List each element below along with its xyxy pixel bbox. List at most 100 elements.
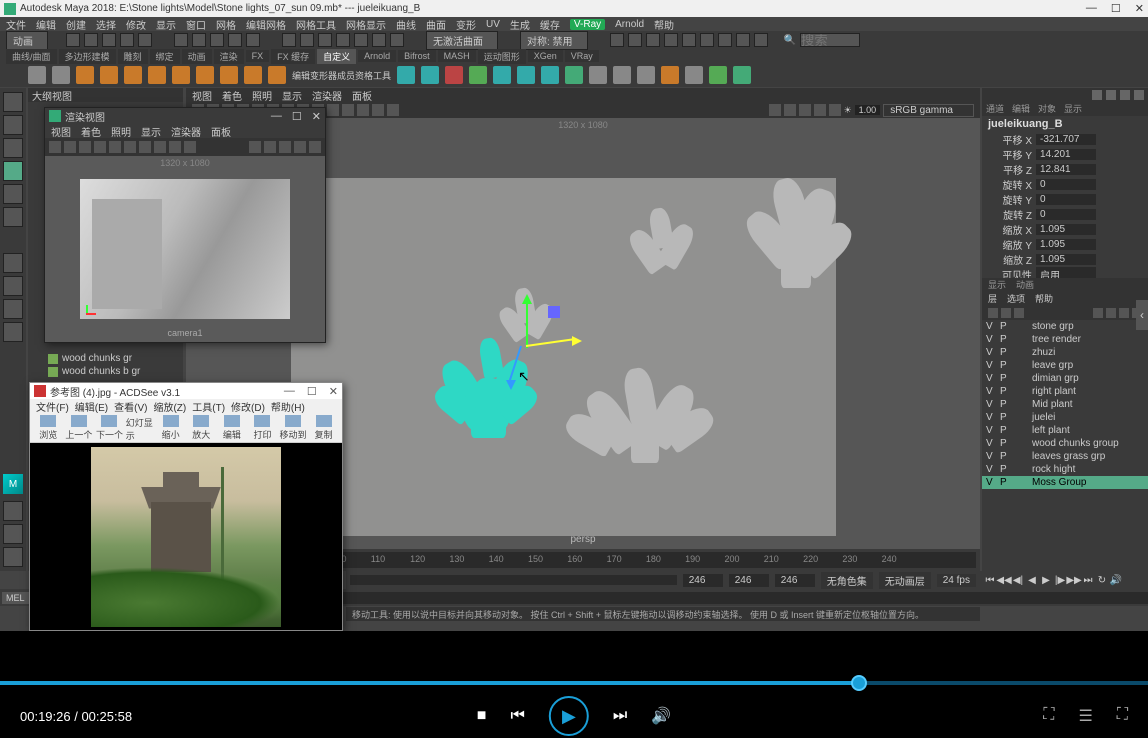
menu-generate[interactable]: 生成 — [510, 17, 530, 32]
channel-row[interactable]: 旋转 Z0 — [982, 207, 1148, 222]
menu-cache[interactable]: 缓存 — [540, 17, 560, 32]
shelf-tab-vray[interactable]: VRay — [565, 50, 599, 62]
visibility-toggle[interactable]: V — [986, 451, 996, 462]
layout-tool-1[interactable] — [3, 253, 23, 273]
visibility-toggle[interactable]: V — [986, 347, 996, 358]
shelf-icon[interactable] — [637, 66, 655, 84]
layer-row[interactable]: VPleave grp — [982, 359, 1148, 372]
playback-toggle[interactable]: P — [1000, 373, 1010, 384]
shelf-tab-sculpt[interactable]: 雕刻 — [118, 49, 148, 64]
layer-row[interactable]: VPwood chunks group — [982, 437, 1148, 450]
undo-icon[interactable] — [120, 33, 134, 47]
menu-modify[interactable]: 修改 — [126, 17, 146, 32]
minimize-button[interactable]: — — [1086, 2, 1097, 15]
surface-combo[interactable]: 无激活曲面 — [426, 31, 498, 50]
shelf-tab-curve[interactable]: 曲线/曲面 — [6, 49, 57, 64]
vp-menu-renderer[interactable]: 渲染器 — [312, 88, 342, 103]
render-icon-7[interactable] — [718, 33, 732, 47]
shelf-icon[interactable] — [733, 66, 751, 84]
snap-icon-1[interactable] — [282, 33, 296, 47]
snap-icon-5[interactable] — [354, 33, 368, 47]
playback-toggle[interactable]: P — [1000, 438, 1010, 449]
rp-tab-edit[interactable]: 编辑 — [1012, 102, 1030, 116]
fullscreen-button[interactable]: ⛶ — [1117, 706, 1128, 726]
rw-btn[interactable] — [309, 141, 321, 153]
render-icon-8[interactable] — [736, 33, 750, 47]
rw-maximize[interactable]: ☐ — [292, 110, 302, 123]
playback-toggle[interactable]: P — [1000, 321, 1010, 332]
shelf-icon[interactable] — [76, 66, 94, 84]
playback-toggle[interactable]: P — [1000, 451, 1010, 462]
layer-color-swatch[interactable] — [1014, 362, 1022, 370]
shelf-icon[interactable] — [685, 66, 703, 84]
vp-btn[interactable] — [799, 104, 811, 116]
layer-color-swatch[interactable] — [1014, 375, 1022, 383]
plant-object[interactable] — [736, 178, 856, 318]
ro-sub-options[interactable]: 选项 — [1007, 292, 1025, 306]
rw-menu-light[interactable]: 照明 — [111, 124, 131, 138]
render-icon-6[interactable] — [700, 33, 714, 47]
shelf-icon[interactable] — [148, 66, 166, 84]
layer-color-swatch[interactable] — [1014, 427, 1022, 435]
channel-value[interactable]: 14.201 — [1036, 149, 1096, 160]
symmetry-combo[interactable]: 对称: 禁用 — [520, 31, 588, 50]
vp-menu-light[interactable]: 照明 — [252, 88, 272, 103]
rw-menu-view[interactable]: 视图 — [51, 124, 71, 138]
colorspace-combo[interactable]: sRGB gamma — [883, 104, 974, 117]
plant-object[interactable] — [566, 368, 726, 478]
plant-object[interactable] — [626, 208, 706, 288]
next-key-button[interactable]: |▶ — [1054, 574, 1066, 586]
prev-button[interactable]: ⏮ — [510, 707, 524, 725]
shelf-icon[interactable] — [268, 66, 286, 84]
channel-row[interactable]: 平移 X-321.707 — [982, 132, 1148, 147]
shelf-icon[interactable] — [565, 66, 583, 84]
visibility-toggle[interactable]: V — [986, 425, 996, 436]
move-gizmo[interactable] — [486, 298, 566, 378]
layer-row[interactable]: VPstone grp — [982, 320, 1148, 333]
go-start-button[interactable]: ⏮ — [984, 574, 996, 586]
menu-uv[interactable]: UV — [486, 19, 500, 30]
playback-toggle[interactable]: P — [1000, 386, 1010, 397]
shelf-icon[interactable] — [52, 66, 70, 84]
channel-value[interactable]: 0 — [1036, 179, 1096, 190]
layer-color-swatch[interactable] — [1014, 401, 1022, 409]
rp-icon[interactable] — [1134, 90, 1144, 100]
ac-prev-button[interactable]: 上一个 — [65, 415, 94, 441]
play-button[interactable]: ▶ — [549, 696, 589, 736]
layer-color-swatch[interactable] — [1014, 414, 1022, 422]
playback-toggle[interactable]: P — [1000, 464, 1010, 475]
menu-create[interactable]: 创建 — [66, 17, 86, 32]
ac-next-button[interactable]: 下一个 — [95, 415, 124, 441]
render-icon-4[interactable] — [664, 33, 678, 47]
vp-btn[interactable] — [829, 104, 841, 116]
menu-surface[interactable]: 曲面 — [426, 17, 446, 32]
ro-tool[interactable] — [1014, 308, 1024, 318]
audio-button[interactable]: 🔊 — [1110, 574, 1122, 586]
paint-tool[interactable] — [3, 138, 23, 158]
rw-btn[interactable] — [49, 141, 61, 153]
layer-color-swatch[interactable] — [1014, 479, 1022, 487]
ro-tool[interactable] — [1001, 308, 1011, 318]
menu-help[interactable]: 帮助 — [654, 17, 674, 32]
shelf-icon[interactable] — [469, 66, 487, 84]
stop-button[interactable]: ■ — [477, 707, 487, 725]
playback-toggle[interactable]: P — [1000, 425, 1010, 436]
shelf-tab-bifrost[interactable]: Bifrost — [398, 50, 436, 62]
rp-icon[interactable] — [1106, 90, 1116, 100]
vp-btn[interactable] — [372, 104, 384, 116]
shelf-icon[interactable] — [397, 66, 415, 84]
layout-tool-3[interactable] — [3, 299, 23, 319]
playback-toggle[interactable]: P — [1000, 477, 1010, 488]
shelf-icon[interactable] — [196, 66, 214, 84]
layer-color-swatch[interactable] — [1014, 336, 1022, 344]
misc-tool-3[interactable] — [3, 547, 23, 567]
ac-menu-view[interactable]: 查看(V) — [114, 399, 147, 413]
redo-icon[interactable] — [138, 33, 152, 47]
menu-file[interactable]: 文件 — [6, 17, 26, 32]
rw-btn[interactable] — [249, 141, 261, 153]
acdsee-image-area[interactable] — [30, 443, 342, 630]
channel-row[interactable]: 旋转 Y0 — [982, 192, 1148, 207]
search-input[interactable] — [800, 33, 860, 47]
y-axis-cone[interactable] — [522, 294, 532, 304]
layer-row[interactable]: VPdimian grp — [982, 372, 1148, 385]
